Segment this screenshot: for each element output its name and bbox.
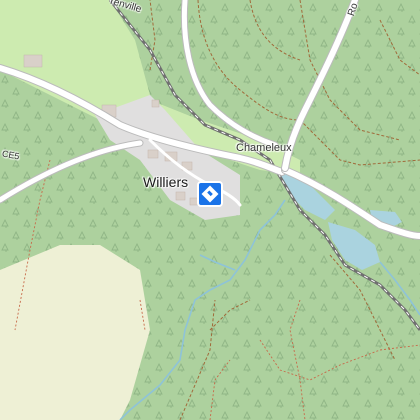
farmland-area: [0, 245, 150, 420]
hamlet-label: Chameleux: [236, 142, 292, 154]
map-view[interactable]: renville Ro CE5 Chameleux Williers: [0, 0, 420, 420]
diamond-arrow-icon: [201, 185, 219, 203]
place-label: Williers: [143, 174, 189, 190]
directions-sign-icon[interactable]: [197, 181, 223, 207]
map-canvas: [0, 0, 420, 420]
